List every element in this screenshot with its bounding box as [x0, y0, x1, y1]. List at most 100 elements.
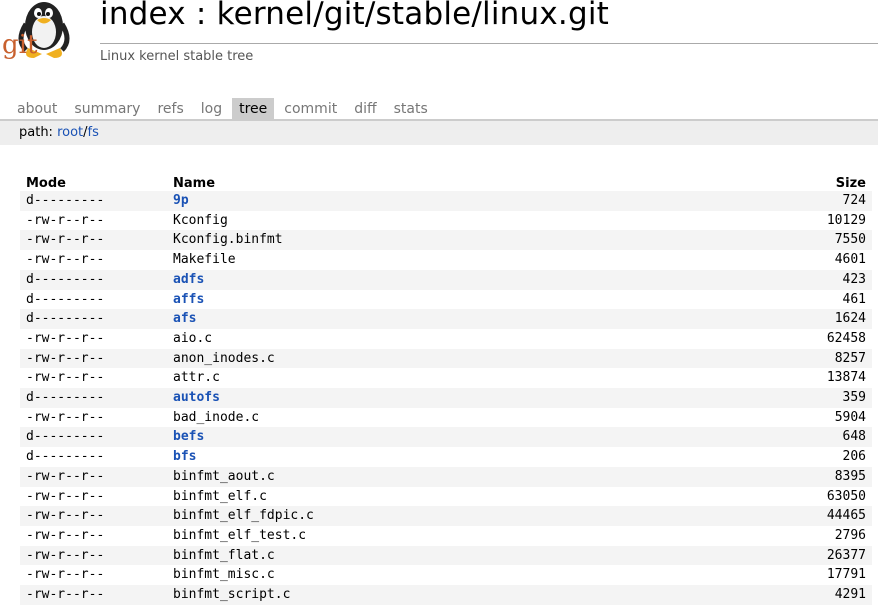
- file-size: 206: [842, 449, 866, 465]
- file-link[interactable]: binfmt_aout.c: [173, 469, 275, 484]
- file-mode: -rw-r--r--: [20, 466, 167, 487]
- file-name-cell: anon_inodes.c: [167, 348, 696, 369]
- table-row[interactable]: d--------- 9p 724: [20, 191, 872, 211]
- file-size: 461: [842, 291, 866, 307]
- file-link[interactable]: bad_inode.c: [173, 410, 259, 425]
- table-row[interactable]: -rw-r--r-- aio.c 62458: [20, 329, 872, 349]
- directory-link[interactable]: befs: [173, 429, 204, 444]
- tab-log[interactable]: log: [194, 98, 229, 119]
- tab-stats[interactable]: stats: [387, 98, 435, 119]
- file-size: 1624: [695, 309, 872, 329]
- table-header-row: Mode Name Size: [20, 171, 872, 191]
- page-title: index : kernel/git/stable/linux.git: [100, 0, 610, 32]
- directory-link[interactable]: adfs: [173, 272, 204, 287]
- file-mode: -rw-r--r--: [20, 230, 167, 251]
- directory-link[interactable]: affs: [173, 292, 204, 307]
- file-size: 4601: [834, 252, 866, 268]
- file-name-cell: binfmt_elf.c: [167, 487, 695, 507]
- table-row[interactable]: -rw-r--r-- bad_inode.c 5904: [20, 408, 872, 428]
- table-row[interactable]: -rw-r--r-- binfmt_flat.c 26377: [20, 545, 872, 566]
- file-name-cell: autofs: [167, 388, 696, 408]
- file-mode: -rw-r--r--: [20, 506, 167, 526]
- table-row[interactable]: d--------- bfs 206: [20, 447, 872, 467]
- table-row[interactable]: -rw-r--r-- Kconfig 10129: [20, 211, 872, 231]
- file-size: 17791: [826, 567, 866, 583]
- logo-text: git: [2, 30, 38, 60]
- file-size: 26377: [695, 545, 872, 566]
- table-row[interactable]: -rw-r--r-- binfmt_elf.c 63050: [20, 487, 872, 507]
- file-link[interactable]: binfmt_elf_test.c: [173, 528, 306, 543]
- table-row[interactable]: -rw-r--r-- binfmt_elf_test.c 2796: [20, 526, 872, 546]
- file-size: 63050: [826, 488, 866, 504]
- file-size: 13874: [826, 370, 866, 386]
- file-size: 10129: [826, 212, 866, 228]
- file-name-cell: binfmt_flat.c: [167, 545, 696, 566]
- file-name-cell: binfmt_aout.c: [167, 466, 696, 487]
- path-current-link[interactable]: fs: [88, 125, 99, 140]
- file-link[interactable]: attr.c: [173, 370, 220, 385]
- table-row[interactable]: -rw-r--r-- attr.c 13874: [20, 368, 872, 388]
- table-row[interactable]: d--------- afs 1624: [20, 309, 872, 329]
- file-link[interactable]: Makefile: [173, 252, 236, 267]
- file-link[interactable]: binfmt_elf.c: [173, 489, 267, 504]
- file-link[interactable]: binfmt_flat.c: [173, 548, 275, 563]
- file-mode: -rw-r--r--: [26, 488, 105, 504]
- file-name-cell: bad_inode.c: [167, 408, 695, 428]
- file-name-cell: aio.c: [167, 329, 695, 349]
- file-name-cell: affs: [167, 290, 695, 310]
- file-mode: -rw-r--r--: [26, 567, 105, 583]
- file-mode: d---------: [26, 291, 105, 307]
- file-mode: -rw-r--r--: [26, 370, 105, 386]
- file-link[interactable]: anon_inodes.c: [173, 351, 275, 366]
- file-name-cell: Kconfig: [167, 211, 695, 231]
- tab-refs[interactable]: refs: [150, 98, 190, 119]
- file-name-cell: binfmt_misc.c: [167, 565, 695, 585]
- directory-link[interactable]: autofs: [173, 390, 220, 405]
- file-link[interactable]: binfmt_script.c: [173, 587, 290, 602]
- file-size: 359: [695, 388, 872, 408]
- column-header-name: Name: [173, 176, 216, 191]
- file-size: 4291: [695, 585, 872, 605]
- file-mode: -rw-r--r--: [26, 212, 105, 228]
- file-name-cell: 9p: [167, 191, 696, 211]
- table-row[interactable]: -rw-r--r-- binfmt_elf_fdpic.c 44465: [20, 506, 872, 526]
- table-row[interactable]: -rw-r--r-- binfmt_aout.c 8395: [20, 466, 872, 487]
- file-size: 423: [695, 269, 872, 290]
- directory-link[interactable]: afs: [173, 311, 196, 326]
- file-mode: d---------: [26, 449, 105, 465]
- file-link[interactable]: binfmt_misc.c: [173, 567, 275, 582]
- file-mode: -rw-r--r--: [20, 545, 167, 566]
- tab-about[interactable]: about: [10, 98, 64, 119]
- directory-link[interactable]: bfs: [173, 449, 196, 464]
- breadcrumb: path: root/fs: [0, 121, 878, 145]
- column-header-mode: Mode: [26, 176, 66, 191]
- tab-summary[interactable]: summary: [67, 98, 147, 119]
- file-link[interactable]: Kconfig: [173, 213, 228, 228]
- table-row[interactable]: d--------- affs 461: [20, 290, 872, 310]
- table-row[interactable]: d--------- befs 648: [20, 427, 872, 448]
- table-row[interactable]: d--------- autofs 359: [20, 388, 872, 408]
- tab-tree[interactable]: tree: [232, 98, 275, 119]
- file-name-cell: afs: [167, 309, 696, 329]
- table-row[interactable]: -rw-r--r-- binfmt_misc.c 17791: [20, 565, 872, 585]
- directory-link[interactable]: 9p: [173, 193, 189, 208]
- file-link[interactable]: Kconfig.binfmt: [173, 232, 283, 247]
- title-divider: [100, 43, 878, 44]
- file-link[interactable]: aio.c: [173, 331, 212, 346]
- file-size: 648: [695, 427, 872, 448]
- file-mode: -rw-r--r--: [20, 348, 167, 369]
- table-row[interactable]: -rw-r--r-- binfmt_script.c 4291: [20, 585, 872, 605]
- tab-diff[interactable]: diff: [347, 98, 383, 119]
- table-row[interactable]: -rw-r--r-- Makefile 4601: [20, 250, 872, 270]
- file-link[interactable]: binfmt_elf_fdpic.c: [173, 508, 314, 523]
- path-root-link[interactable]: root: [57, 125, 83, 140]
- tab-bar: about summary refs log tree commit diff …: [10, 98, 438, 119]
- file-name-cell: bfs: [167, 447, 695, 467]
- file-mode: d---------: [20, 269, 167, 290]
- file-mode: -rw-r--r--: [20, 585, 167, 605]
- table-row[interactable]: -rw-r--r-- anon_inodes.c 8257: [20, 348, 872, 369]
- table-row[interactable]: d--------- adfs 423: [20, 269, 872, 290]
- table-row[interactable]: -rw-r--r-- Kconfig.binfmt 7550: [20, 230, 872, 251]
- tab-commit[interactable]: commit: [277, 98, 344, 119]
- cgit-logo[interactable]: git: [0, 0, 78, 68]
